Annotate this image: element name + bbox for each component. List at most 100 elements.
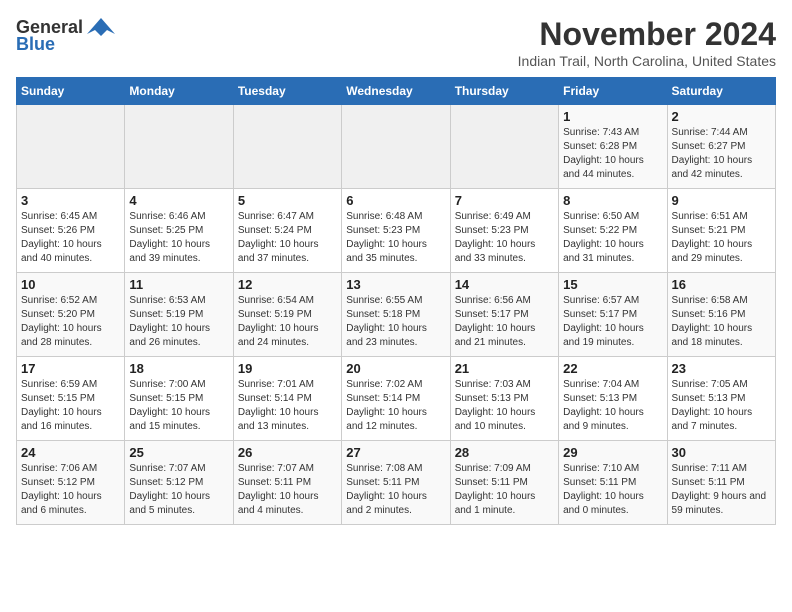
day-info: Sunrise: 6:45 AM Sunset: 5:26 PM Dayligh… [21,210,120,266]
weekday-header-monday: Monday [125,78,233,105]
day-info: Sunrise: 6:52 AM Sunset: 5:20 PM Dayligh… [21,294,120,350]
day-number: 30 [672,445,771,460]
day-info: Sunrise: 6:57 AM Sunset: 5:17 PM Dayligh… [563,294,662,350]
calendar-cell: 24 Sunrise: 7:06 AM Sunset: 5:12 PM Dayli… [17,441,125,525]
day-number: 5 [238,193,337,208]
logo-blue: Blue [16,34,55,55]
day-number: 13 [346,277,445,292]
calendar-cell: 28 Sunrise: 7:09 AM Sunset: 5:11 PM Dayli… [450,441,558,525]
calendar-cell: 13 Sunrise: 6:55 AM Sunset: 5:18 PM Dayli… [342,273,450,357]
day-info: Sunrise: 7:00 AM Sunset: 5:15 PM Dayligh… [129,378,228,434]
day-info: Sunrise: 7:04 AM Sunset: 5:13 PM Dayligh… [563,378,662,434]
day-number: 4 [129,193,228,208]
calendar-cell: 6Sunrise: 6:48 AM Sunset: 5:23 PM Daylig… [342,189,450,273]
month-title: November 2024 [518,16,776,53]
day-number: 20 [346,361,445,376]
day-number: 24 [21,445,120,460]
calendar-cell: 27 Sunrise: 7:08 AM Sunset: 5:11 PM Dayli… [342,441,450,525]
day-number: 18 [129,361,228,376]
day-number: 23 [672,361,771,376]
day-info: Sunrise: 7:03 AM Sunset: 5:13 PM Dayligh… [455,378,554,434]
day-info: Sunrise: 7:02 AM Sunset: 5:14 PM Dayligh… [346,378,445,434]
calendar-cell: 8 Sunrise: 6:50 AM Sunset: 5:22 PM Daylig… [559,189,667,273]
day-info: Sunrise: 7:07 AM Sunset: 5:12 PM Dayligh… [129,462,228,518]
calendar-cell: 20 Sunrise: 7:02 AM Sunset: 5:14 PM Dayli… [342,357,450,441]
day-number: 29 [563,445,662,460]
calendar-cell [125,105,233,189]
day-info: Sunrise: 6:55 AM Sunset: 5:18 PM Dayligh… [346,294,445,350]
day-info: Sunrise: 7:09 AM Sunset: 5:11 PM Dayligh… [455,462,554,518]
calendar-cell: 29 Sunrise: 7:10 AM Sunset: 5:11 PM Dayli… [559,441,667,525]
day-number: 12 [238,277,337,292]
day-number: 28 [455,445,554,460]
day-info: Sunrise: 6:51 AM Sunset: 5:21 PM Dayligh… [672,210,771,266]
calendar-cell: 10 Sunrise: 6:52 AM Sunset: 5:20 PM Dayli… [17,273,125,357]
day-info: Sunrise: 6:54 AM Sunset: 5:19 PM Dayligh… [238,294,337,350]
logo: General Blue [16,16,115,55]
weekday-header-row: SundayMondayTuesdayWednesdayThursdayFrid… [17,78,776,105]
calendar-cell: 17Sunrise: 6:59 AM Sunset: 5:15 PM Dayli… [17,357,125,441]
calendar-cell: 21 Sunrise: 7:03 AM Sunset: 5:13 PM Dayli… [450,357,558,441]
day-info: Sunrise: 6:53 AM Sunset: 5:19 PM Dayligh… [129,294,228,350]
calendar-cell: 19 Sunrise: 7:01 AM Sunset: 5:14 PM Dayli… [233,357,341,441]
title-area: November 2024 Indian Trail, North Caroli… [518,16,776,69]
calendar-cell: 22 Sunrise: 7:04 AM Sunset: 5:13 PM Dayli… [559,357,667,441]
calendar-week-row: 24 Sunrise: 7:06 AM Sunset: 5:12 PM Dayli… [17,441,776,525]
day-info: Sunrise: 7:11 AM Sunset: 5:11 PM Dayligh… [672,462,771,518]
day-number: 8 [563,193,662,208]
weekday-header-saturday: Saturday [667,78,775,105]
calendar-week-row: 10 Sunrise: 6:52 AM Sunset: 5:20 PM Dayli… [17,273,776,357]
calendar-week-row: 17Sunrise: 6:59 AM Sunset: 5:15 PM Dayli… [17,357,776,441]
logo-bird-icon [87,16,115,38]
day-number: 11 [129,277,228,292]
calendar-week-row: 1 Sunrise: 7:43 AM Sunset: 6:28 PM Daylig… [17,105,776,189]
day-number: 6 [346,193,445,208]
day-info: Sunrise: 6:50 AM Sunset: 5:22 PM Dayligh… [563,210,662,266]
weekday-header-thursday: Thursday [450,78,558,105]
day-number: 15 [563,277,662,292]
weekday-header-sunday: Sunday [17,78,125,105]
day-info: Sunrise: 7:01 AM Sunset: 5:14 PM Dayligh… [238,378,337,434]
calendar-cell: 9Sunrise: 6:51 AM Sunset: 5:21 PM Daylig… [667,189,775,273]
day-number: 27 [346,445,445,460]
page-header: General Blue November 2024 Indian Trail,… [16,16,776,69]
calendar-cell: 1 Sunrise: 7:43 AM Sunset: 6:28 PM Daylig… [559,105,667,189]
day-number: 2 [672,109,771,124]
calendar-week-row: 3 Sunrise: 6:45 AM Sunset: 5:26 PM Daylig… [17,189,776,273]
day-info: Sunrise: 7:10 AM Sunset: 5:11 PM Dayligh… [563,462,662,518]
day-number: 21 [455,361,554,376]
day-number: 1 [563,109,662,124]
day-number: 26 [238,445,337,460]
calendar-cell [17,105,125,189]
day-number: 3 [21,193,120,208]
calendar-cell: 25Sunrise: 7:07 AM Sunset: 5:12 PM Dayli… [125,441,233,525]
weekday-header-tuesday: Tuesday [233,78,341,105]
calendar-cell: 15 Sunrise: 6:57 AM Sunset: 5:17 PM Dayli… [559,273,667,357]
day-number: 10 [21,277,120,292]
day-info: Sunrise: 6:46 AM Sunset: 5:25 PM Dayligh… [129,210,228,266]
day-info: Sunrise: 7:43 AM Sunset: 6:28 PM Dayligh… [563,126,662,182]
day-info: Sunrise: 7:05 AM Sunset: 5:13 PM Dayligh… [672,378,771,434]
day-info: Sunrise: 7:08 AM Sunset: 5:11 PM Dayligh… [346,462,445,518]
calendar-cell: 26 Sunrise: 7:07 AM Sunset: 5:11 PM Dayli… [233,441,341,525]
day-number: 16 [672,277,771,292]
day-number: 7 [455,193,554,208]
day-info: Sunrise: 7:44 AM Sunset: 6:27 PM Dayligh… [672,126,771,182]
day-info: Sunrise: 6:58 AM Sunset: 5:16 PM Dayligh… [672,294,771,350]
calendar-cell: 18 Sunrise: 7:00 AM Sunset: 5:15 PM Dayli… [125,357,233,441]
calendar-cell: 12 Sunrise: 6:54 AM Sunset: 5:19 PM Dayli… [233,273,341,357]
day-info: Sunrise: 6:47 AM Sunset: 5:24 PM Dayligh… [238,210,337,266]
day-info: Sunrise: 6:49 AM Sunset: 5:23 PM Dayligh… [455,210,554,266]
location-title: Indian Trail, North Carolina, United Sta… [518,53,776,69]
calendar-cell: 4 Sunrise: 6:46 AM Sunset: 5:25 PM Daylig… [125,189,233,273]
day-info: Sunrise: 7:07 AM Sunset: 5:11 PM Dayligh… [238,462,337,518]
calendar-table: SundayMondayTuesdayWednesdayThursdayFrid… [16,77,776,525]
calendar-cell [450,105,558,189]
calendar-cell: 7 Sunrise: 6:49 AM Sunset: 5:23 PM Daylig… [450,189,558,273]
calendar-cell: 11 Sunrise: 6:53 AM Sunset: 5:19 PM Dayli… [125,273,233,357]
day-number: 19 [238,361,337,376]
day-number: 22 [563,361,662,376]
calendar-cell: 3 Sunrise: 6:45 AM Sunset: 5:26 PM Daylig… [17,189,125,273]
day-info: Sunrise: 7:06 AM Sunset: 5:12 PM Dayligh… [21,462,120,518]
calendar-cell [233,105,341,189]
